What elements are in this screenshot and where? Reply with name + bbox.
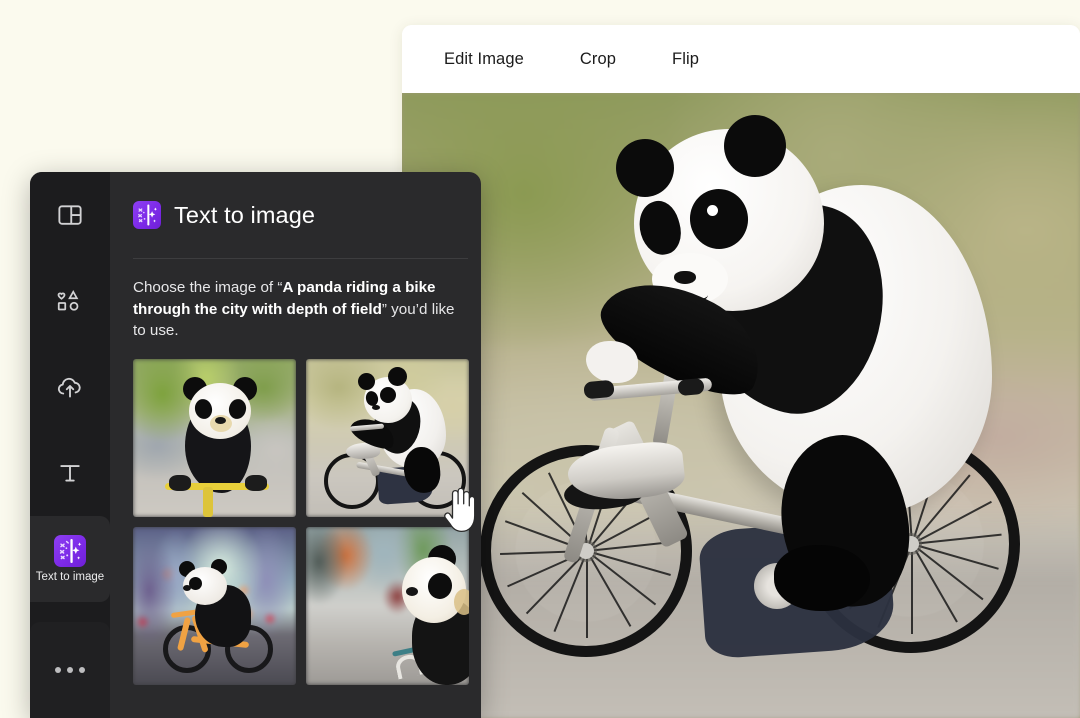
thumbnail-3-art: [133, 526, 296, 685]
results-grid: [133, 358, 469, 685]
panda-left-ear: [616, 139, 674, 197]
panel-header: Text to image: [133, 172, 468, 258]
tool-rail: Text to image: [30, 172, 110, 718]
panel-instruction: Choose the image of “A panda riding a bi…: [133, 259, 468, 342]
panda-right-ear: [724, 115, 786, 177]
result-thumbnail-3[interactable]: [133, 526, 296, 685]
text-t-icon: [55, 458, 85, 488]
cloud-upload-icon: [55, 372, 85, 402]
thumbnail-1-art: [133, 358, 296, 517]
flip-button[interactable]: Flip: [658, 42, 713, 77]
result-thumbnail-4[interactable]: [306, 526, 469, 685]
sidebar-item-elements[interactable]: [30, 258, 110, 344]
image-editor-card: Edit Image Crop Flip: [402, 25, 1080, 718]
text-to-image-sparkle-icon: [133, 201, 161, 229]
crop-button[interactable]: Crop: [566, 42, 630, 77]
sidebar-item-text[interactable]: [30, 430, 110, 516]
result-thumbnail-2[interactable]: [306, 358, 469, 517]
text-to-image-sparkle-icon: [54, 534, 86, 567]
sidebar-more-button[interactable]: [30, 622, 110, 718]
ellipsis-icon: [55, 667, 85, 673]
instruction-prefix: Choose the image of “: [133, 279, 283, 296]
sidebar-item-text-to-image[interactable]: Text to image: [30, 516, 110, 602]
sidebar-item-label: Text to image: [35, 570, 105, 583]
panda-right-pupil: [707, 205, 718, 216]
thumbnail-2-art: [306, 358, 469, 517]
app-root: Edit Image Crop Flip Text to image Text …: [0, 0, 1080, 718]
hero-panda-bike-image[interactable]: [402, 93, 1080, 718]
sidebar-item-uploads[interactable]: [30, 344, 110, 430]
edit-image-button[interactable]: Edit Image: [430, 42, 538, 77]
panda-nose: [674, 271, 696, 284]
text-to-image-panel: Text to image Text to image Choose the i…: [30, 172, 481, 718]
image-toolbar: Edit Image Crop Flip: [402, 25, 1080, 93]
page-title: Text to image: [174, 201, 316, 228]
panda-foot: [774, 545, 870, 611]
thumbnail-4-art: [306, 526, 469, 685]
layout-icon: [55, 200, 85, 230]
bike-left-grip: [583, 379, 615, 400]
elements-shapes-icon: [55, 286, 85, 316]
result-thumbnail-1[interactable]: [133, 358, 296, 517]
panel-content: Text to image Choose the image of “A pan…: [110, 172, 481, 718]
sidebar-item-design[interactable]: [30, 172, 110, 258]
